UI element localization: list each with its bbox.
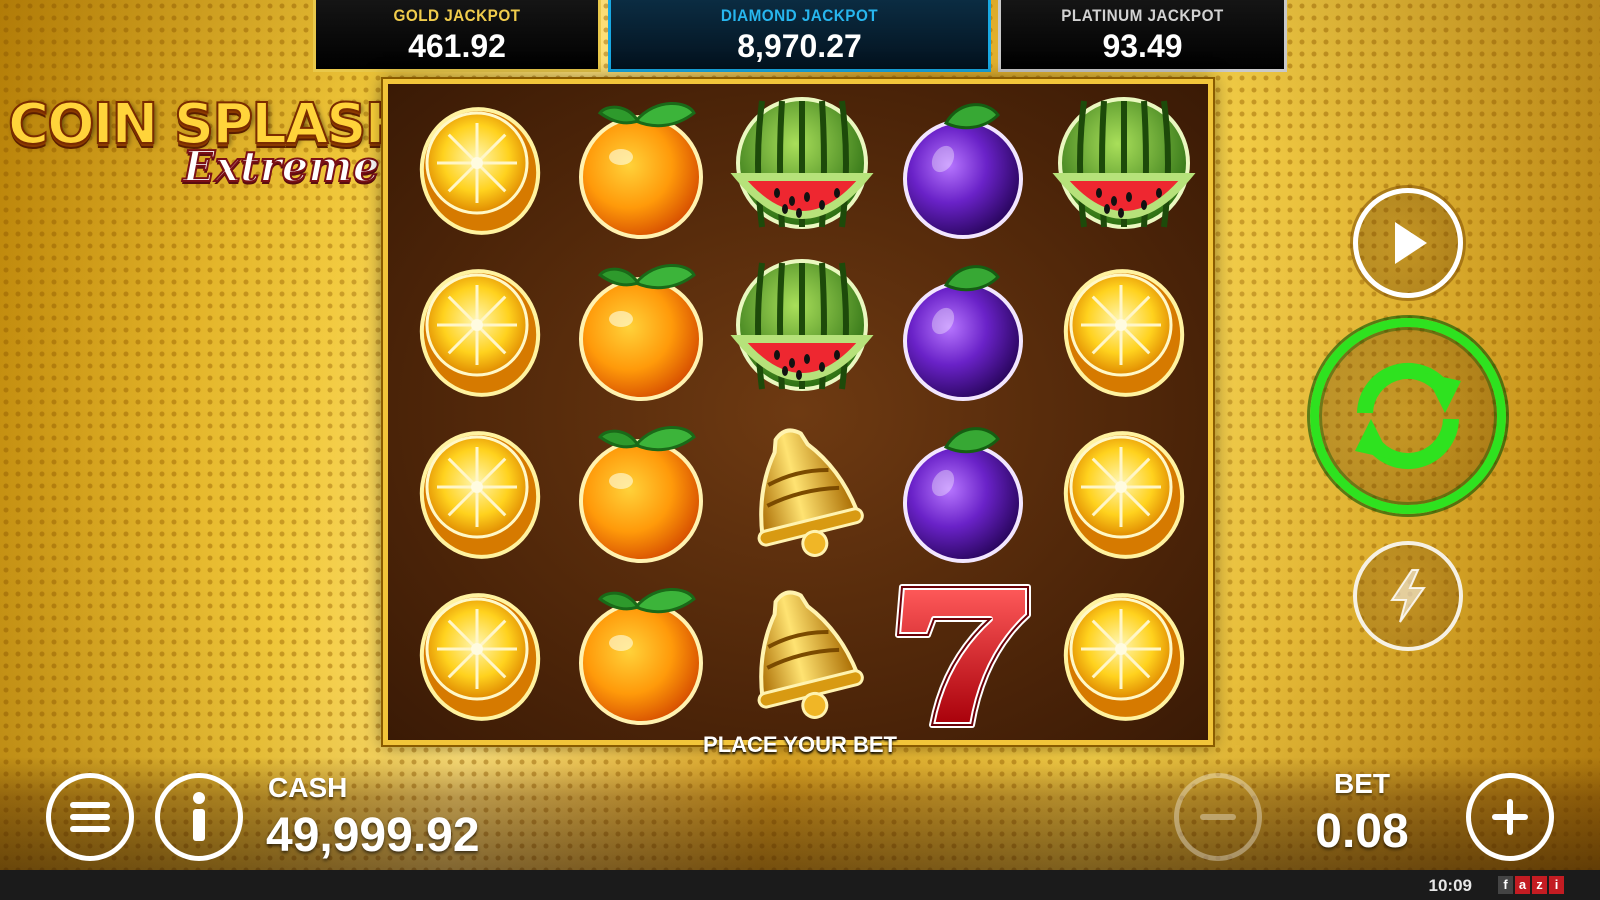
reel-symbol-lemon — [1042, 572, 1206, 736]
logo-subtitle: Extreme — [182, 141, 380, 192]
clock: 10:09 — [1428, 876, 1472, 895]
reel-symbol-watermelon — [720, 86, 884, 250]
autoplay-button[interactable] — [1353, 188, 1463, 298]
reel-symbol-orange — [559, 248, 723, 412]
lemon-icon — [419, 269, 541, 397]
diamond-jackpot: DIAMOND JACKPOT 8,970.27 — [608, 0, 991, 72]
reel-symbol-lemon — [398, 248, 562, 412]
reel-symbol-plum — [881, 86, 1045, 250]
cash-label: CASH — [268, 772, 348, 803]
increase-bet-button[interactable] — [1466, 773, 1554, 861]
diamond-jackpot-value: 8,970.27 — [737, 28, 862, 64]
brand-letter: f — [1498, 876, 1513, 894]
reel-symbol-orange — [559, 572, 723, 736]
reel-symbol-orange — [559, 86, 723, 250]
watermelon-icon — [1052, 97, 1196, 229]
reel-grid — [388, 84, 1208, 740]
lemon-icon — [1063, 593, 1185, 721]
reel-symbol-lemon — [398, 86, 562, 250]
orange-icon — [579, 425, 703, 563]
turbo-button[interactable] — [1353, 541, 1463, 651]
plus-icon — [1492, 799, 1528, 835]
bet-label: BET — [1334, 768, 1390, 799]
reel-symbol-plum — [881, 410, 1045, 574]
seven-icon — [895, 584, 1031, 728]
minus-icon — [1200, 814, 1236, 820]
bell-icon — [757, 590, 864, 719]
status-bar: 10:09 f a z i — [0, 870, 1600, 900]
spin-refresh-icon — [1355, 363, 1461, 469]
orange-icon — [579, 101, 703, 239]
provider-logo: f a z i — [1498, 876, 1564, 894]
platinum-jackpot-value: 93.49 — [1102, 28, 1183, 64]
menu-button[interactable] — [46, 773, 134, 861]
lightning-icon — [1390, 569, 1426, 623]
orange-icon — [579, 587, 703, 725]
reel-symbol-plum — [881, 248, 1045, 412]
info-icon — [193, 792, 205, 841]
spin-button[interactable] — [1310, 318, 1506, 514]
gold-jackpot-label: GOLD JACKPOT — [393, 6, 521, 25]
plum-icon — [903, 427, 1023, 563]
gold-jackpot: GOLD JACKPOT 461.92 — [313, 0, 601, 72]
reel-symbol-orange — [559, 410, 723, 574]
info-button[interactable] — [155, 773, 243, 861]
reel-symbol-lemon — [1042, 248, 1206, 412]
reel-symbol-watermelon — [1042, 86, 1206, 250]
reel-frame — [383, 79, 1213, 745]
reel-symbol-lemon — [398, 410, 562, 574]
gold-jackpot-value: 461.92 — [408, 28, 506, 64]
reel-symbol-lemon — [398, 572, 562, 736]
status-message: PLACE YOUR BET — [703, 732, 897, 757]
lemon-icon — [419, 107, 541, 235]
platinum-jackpot: PLATINUM JACKPOT 93.49 — [998, 0, 1287, 72]
bet-value: 0.08 — [1315, 805, 1409, 858]
platinum-jackpot-label: PLATINUM JACKPOT — [1061, 6, 1224, 25]
brand-letter: a — [1515, 876, 1530, 894]
lemon-icon — [1063, 269, 1185, 397]
reel-symbol-seven — [881, 572, 1045, 736]
plum-icon — [903, 265, 1023, 401]
brand-letter: i — [1549, 876, 1564, 894]
cash-value: 49,999.92 — [266, 809, 480, 862]
lemon-icon — [419, 431, 541, 559]
reel-symbol-bell — [720, 410, 884, 574]
diamond-jackpot-label: DIAMOND JACKPOT — [720, 6, 879, 25]
reel-symbol-watermelon — [720, 248, 884, 412]
orange-icon — [579, 263, 703, 401]
brand-letter: z — [1532, 876, 1547, 894]
play-icon — [1395, 222, 1427, 264]
lemon-icon — [1063, 431, 1185, 559]
watermelon-icon — [730, 97, 874, 229]
lemon-icon — [419, 593, 541, 721]
game-logo: COIN SPLASH Extreme — [7, 91, 412, 192]
hamburger-menu-icon — [70, 802, 110, 832]
reel-symbol-lemon — [1042, 410, 1206, 574]
reel-symbol-bell — [720, 572, 884, 736]
plum-icon — [903, 103, 1023, 239]
bell-icon — [757, 428, 864, 557]
decrease-bet-button[interactable] — [1174, 773, 1262, 861]
watermelon-icon — [730, 259, 874, 391]
